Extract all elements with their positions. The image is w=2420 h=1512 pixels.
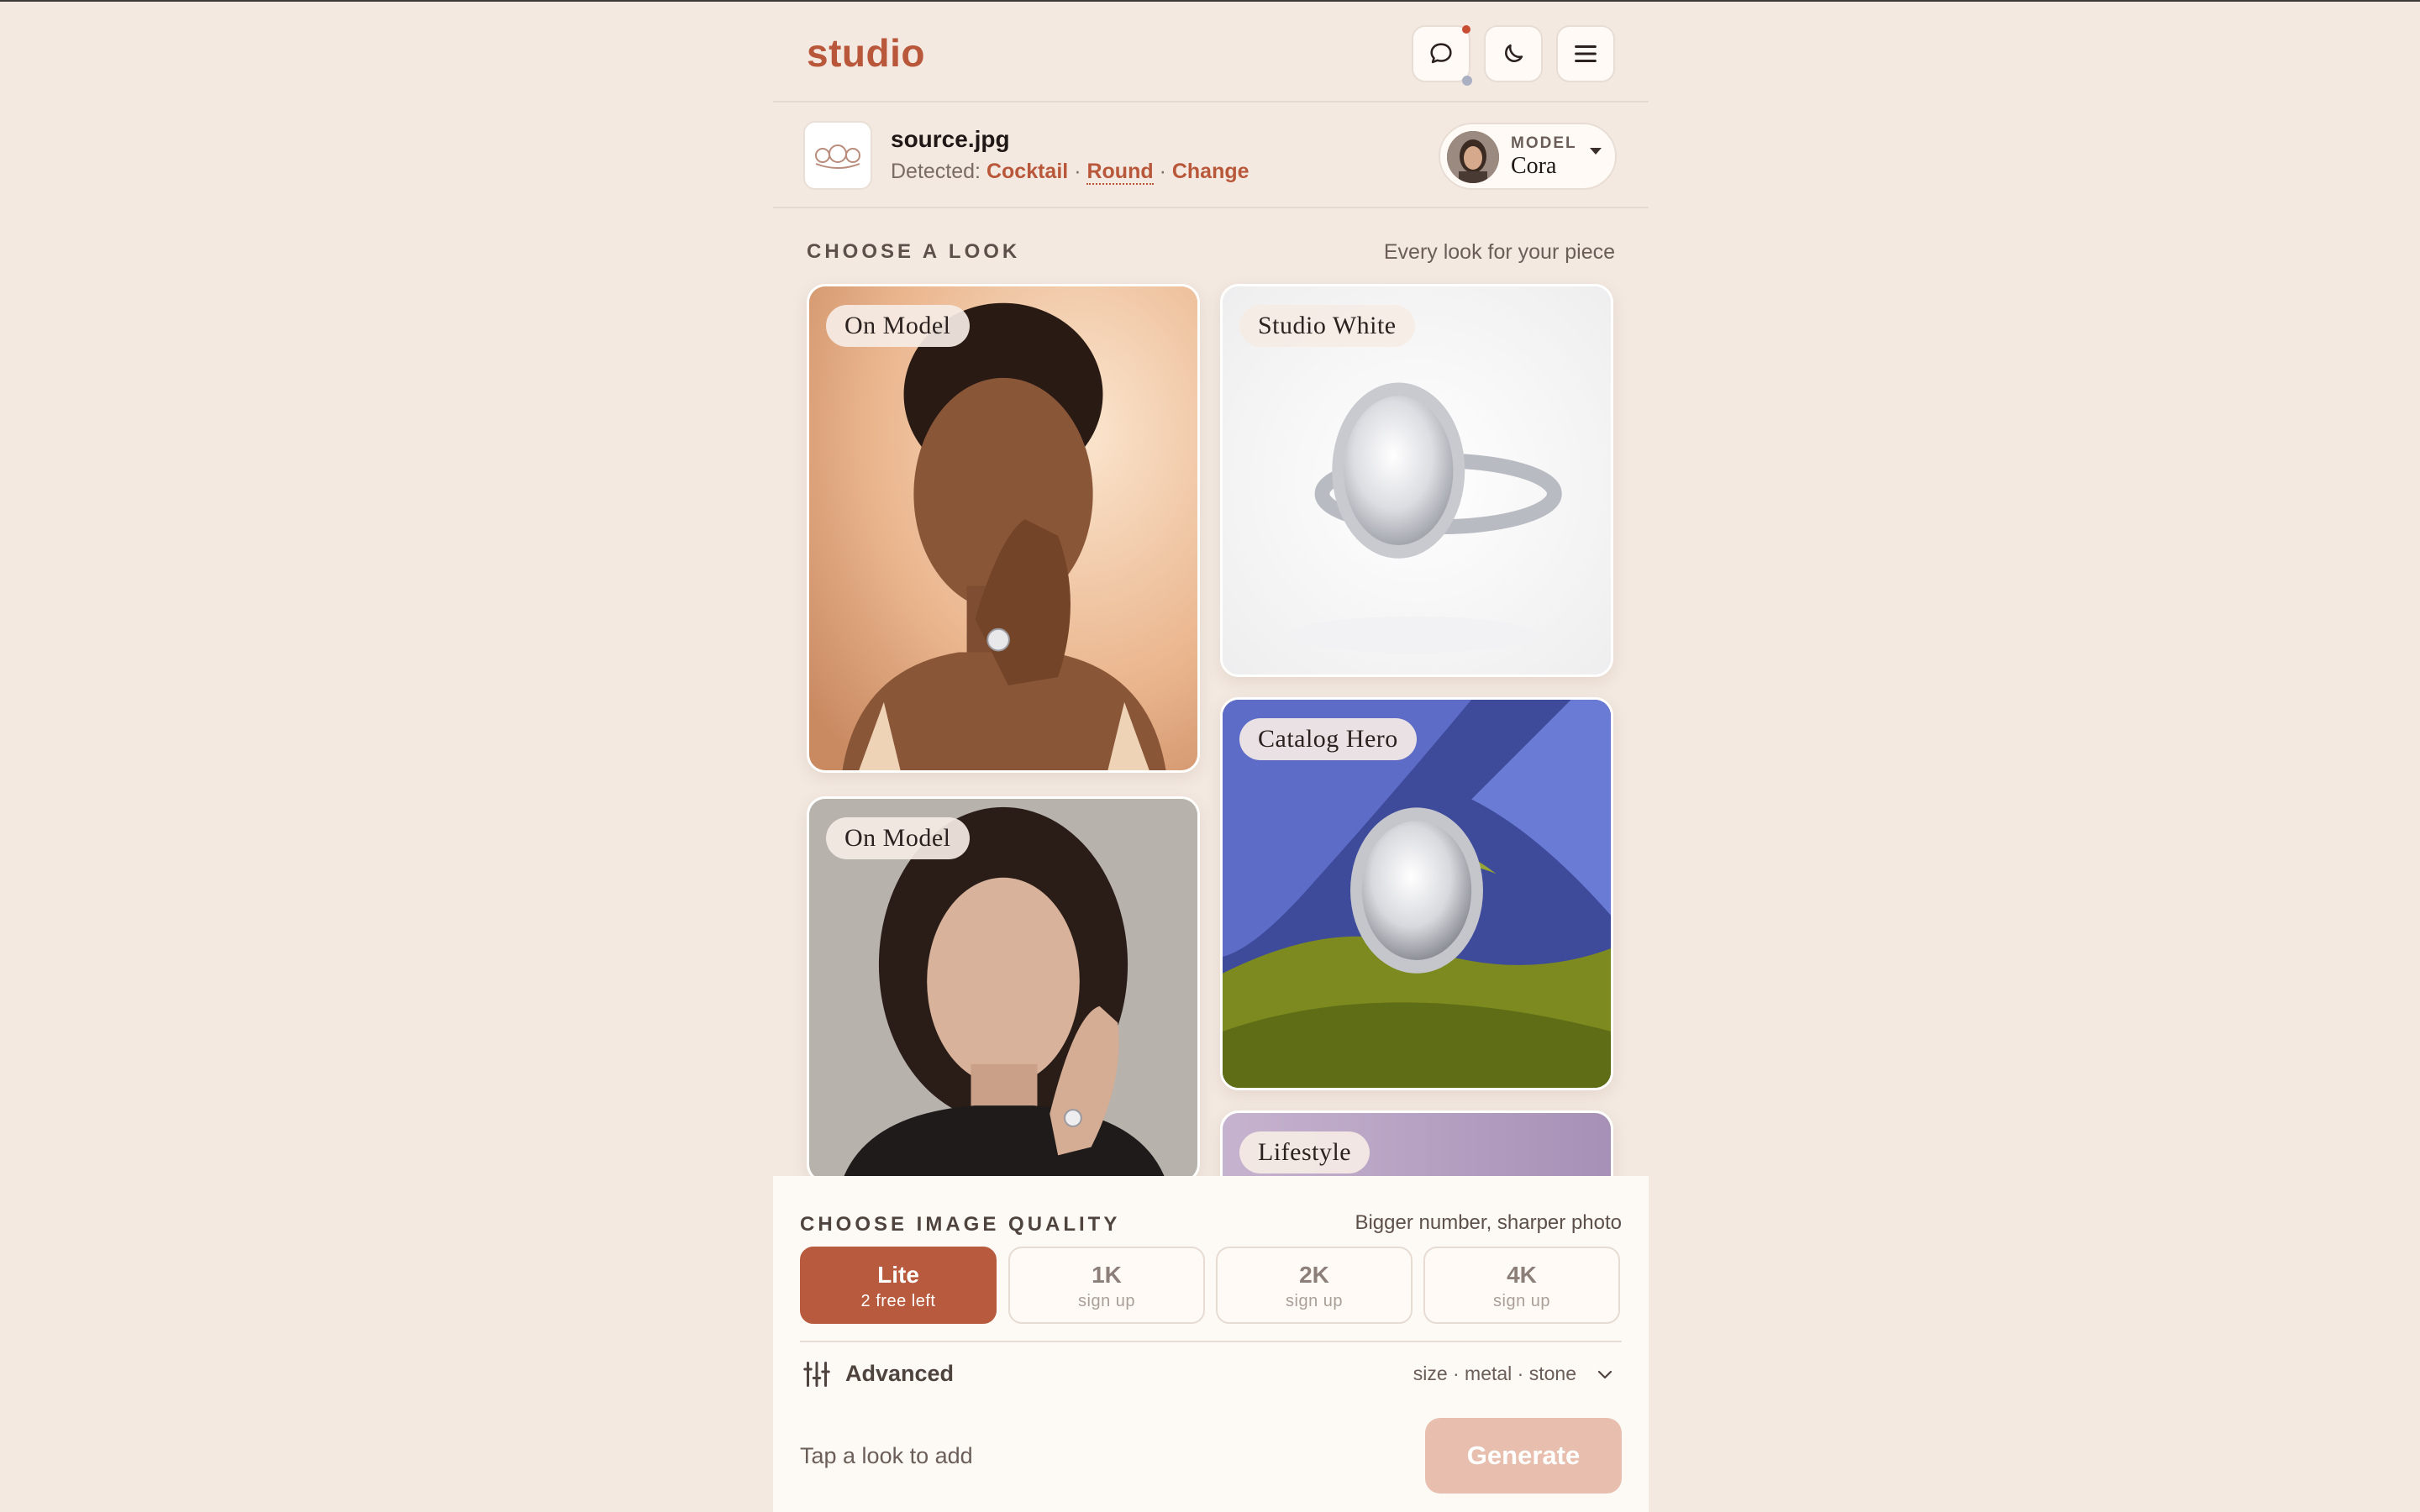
quality-option-label: 4K bbox=[1507, 1262, 1537, 1288]
change-link[interactable]: Change bbox=[1172, 160, 1249, 183]
portrait-image bbox=[809, 286, 1197, 770]
quality-title: CHOOSE IMAGE QUALITY bbox=[800, 1213, 1121, 1236]
quality-option-note: sign up bbox=[1078, 1292, 1135, 1310]
quality-option-lite[interactable]: Lite 2 free left bbox=[800, 1247, 997, 1324]
look-card-catalog-hero[interactable]: Catalog Hero bbox=[1220, 697, 1613, 1090]
advanced-summary: size · metal · stone bbox=[1413, 1362, 1576, 1384]
quality-option-4k[interactable]: 4K sign up bbox=[1423, 1247, 1620, 1324]
model-name: Cora bbox=[1511, 153, 1557, 179]
source-filename: source.jpg bbox=[891, 126, 1010, 152]
hamburger-menu-icon bbox=[1575, 45, 1597, 63]
detected-line: Detected: Cocktail · Round · Change bbox=[891, 160, 1249, 185]
chat-button[interactable] bbox=[1412, 25, 1472, 86]
quality-option-label: 1K bbox=[1092, 1262, 1122, 1288]
quality-option-label: 2K bbox=[1299, 1262, 1329, 1288]
jewelry-thumbnail-icon bbox=[815, 144, 860, 169]
source-thumbnail[interactable] bbox=[803, 121, 872, 190]
advanced-toggle[interactable]: Advanced bbox=[845, 1361, 954, 1387]
generation-panel: CHOOSE IMAGE QUALITY Bigger number, shar… bbox=[773, 1176, 1649, 1512]
footer-hint: Tap a look to add bbox=[800, 1443, 973, 1468]
chevron-down-icon[interactable] bbox=[1595, 1364, 1615, 1384]
source-row: source.jpg Detected: Cocktail · Round · … bbox=[773, 104, 1649, 208]
menu-button[interactable] bbox=[1556, 25, 1615, 82]
category-link[interactable]: Cocktail bbox=[986, 160, 1068, 183]
sliders-icon bbox=[803, 1362, 830, 1387]
notification-dot bbox=[1462, 25, 1470, 34]
model-selector[interactable]: MODEL Cora bbox=[1439, 123, 1617, 190]
quality-option-2k[interactable]: 2K sign up bbox=[1216, 1247, 1413, 1324]
quality-option-label: Lite bbox=[877, 1262, 919, 1288]
chat-bubble-icon bbox=[1430, 43, 1452, 64]
quality-option-note: 2 free left bbox=[860, 1292, 936, 1310]
look-card-studio-white[interactable]: Studio White bbox=[1220, 284, 1613, 677]
generate-button[interactable]: Generate bbox=[1425, 1418, 1622, 1494]
caret-down-icon bbox=[1590, 148, 1602, 155]
look-card-label: On Model bbox=[826, 817, 970, 859]
detected-prefix: Detected: bbox=[891, 160, 981, 183]
look-card-label: Studio White bbox=[1239, 305, 1415, 347]
separator: · bbox=[1074, 160, 1081, 183]
status-dot bbox=[1462, 76, 1472, 86]
quality-option-note: sign up bbox=[1493, 1292, 1550, 1310]
model-kicker: MODEL bbox=[1511, 134, 1577, 152]
divider bbox=[800, 1341, 1622, 1342]
look-card-label: Catalog Hero bbox=[1239, 718, 1417, 760]
looks-subtitle: Every look for your piece bbox=[1383, 240, 1615, 264]
look-card-label: Lifestyle bbox=[1239, 1131, 1370, 1173]
header: studio bbox=[773, 0, 1649, 102]
shape-link[interactable]: Round bbox=[1086, 160, 1154, 185]
theme-toggle-button[interactable] bbox=[1484, 25, 1543, 82]
quality-option-note: sign up bbox=[1286, 1292, 1343, 1310]
look-card-on-model-2[interactable]: On Model bbox=[807, 796, 1200, 1183]
model-avatar bbox=[1447, 131, 1499, 183]
brand-logo[interactable]: studio bbox=[807, 30, 925, 76]
moon-icon bbox=[1505, 44, 1523, 62]
separator: · bbox=[1159, 160, 1166, 183]
look-card-on-model-1[interactable]: On Model bbox=[807, 284, 1200, 773]
quality-subtitle: Bigger number, sharper photo bbox=[1355, 1211, 1622, 1234]
quality-option-1k[interactable]: 1K sign up bbox=[1008, 1247, 1205, 1324]
app-column: studio source.jpg Detected: Cocktail · R… bbox=[773, 0, 1649, 1512]
look-card-label: On Model bbox=[826, 305, 970, 347]
looks-title: CHOOSE A LOOK bbox=[807, 240, 1021, 263]
